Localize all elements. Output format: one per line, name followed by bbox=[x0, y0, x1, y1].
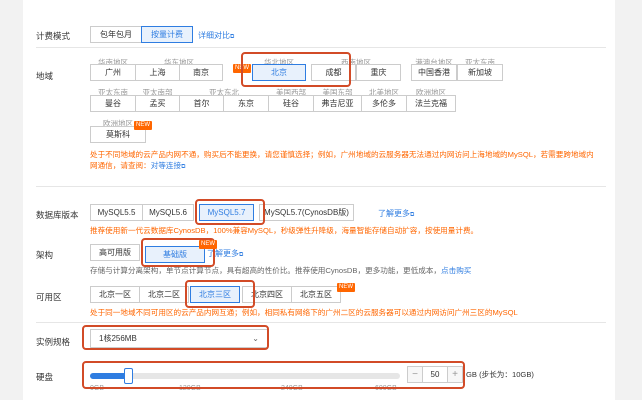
region-mumbai[interactable]: 孟买 bbox=[135, 95, 180, 112]
disk-tick-1: 120GB bbox=[179, 385, 201, 392]
region-shanghai[interactable]: 上海 bbox=[135, 64, 180, 81]
new-badge: NEW bbox=[134, 121, 152, 130]
architecture-label: 架构 bbox=[36, 250, 54, 260]
zone-tip: 处于同一地域不同可用区的云产品内网互通；例如，相同私有网络下的广州二区的云服务器… bbox=[90, 308, 518, 317]
region-frankfurt[interactable]: 法兰克福 bbox=[406, 95, 456, 112]
billing-compare-link[interactable]: 详细对比⧉ bbox=[198, 30, 234, 41]
architecture-tip: 存储与计算分离架构，单节点计算节点，具有超高的性价比。推荐使用CynosDB，更… bbox=[90, 266, 472, 275]
disk-slider-track[interactable] bbox=[90, 373, 400, 379]
region-seoul[interactable]: 首尔 bbox=[179, 95, 224, 112]
new-badge: NEW bbox=[337, 283, 355, 292]
region-chongqing[interactable]: 重庆 bbox=[356, 64, 401, 81]
disk-tick-3: 600GB bbox=[375, 385, 397, 392]
region-singapore[interactable]: 新加坡 bbox=[457, 64, 503, 81]
architecture-high-availability[interactable]: 高可用版 bbox=[90, 244, 140, 261]
region-toronto[interactable]: 多伦多 bbox=[361, 95, 407, 112]
db-version-mysql55[interactable]: MySQL5.5 bbox=[90, 204, 143, 221]
disk-unit-hint: GB (步长为：10GB) bbox=[466, 370, 534, 379]
buy-link[interactable]: 点击购买 bbox=[441, 266, 471, 275]
disk-decrement-button[interactable]: − bbox=[407, 366, 423, 383]
instance-spec-value: 1核256MB bbox=[99, 334, 137, 343]
divider bbox=[36, 47, 606, 48]
region-hongkong[interactable]: 中国香港 bbox=[411, 64, 457, 81]
zone-beijing-3[interactable]: 北京三区 bbox=[190, 286, 240, 303]
divider bbox=[36, 322, 606, 323]
disk-slider-handle[interactable] bbox=[124, 368, 133, 384]
architecture-learn-more[interactable]: 了解更多⧉ bbox=[207, 248, 243, 259]
new-badge: NEW bbox=[199, 240, 217, 249]
region-nanjing[interactable]: 南京 bbox=[179, 64, 223, 81]
db-version-label: 数据库版本 bbox=[36, 210, 79, 220]
zone-beijing-1[interactable]: 北京一区 bbox=[90, 286, 140, 303]
billing-option-monthly[interactable]: 包年包月 bbox=[90, 26, 142, 43]
region-label: 地域 bbox=[36, 71, 54, 81]
instance-spec-label: 实例规格 bbox=[36, 337, 71, 347]
region-silicon-valley[interactable]: 硅谷 bbox=[268, 95, 314, 112]
region-virginia[interactable]: 弗吉尼亚 bbox=[313, 95, 362, 112]
db-version-mysql56[interactable]: MySQL5.6 bbox=[142, 204, 194, 221]
new-badge: NEW bbox=[233, 64, 251, 73]
chevron-down-icon: ⌄ bbox=[252, 334, 259, 343]
zone-beijing-4[interactable]: 北京四区 bbox=[242, 286, 292, 303]
zone-beijing-2[interactable]: 北京二区 bbox=[139, 286, 189, 303]
peering-link[interactable]: 对等连接 bbox=[151, 161, 181, 170]
db-version-cynosdb[interactable]: MySQL5.7(CynosDB版) bbox=[259, 204, 354, 221]
db-version-mysql57[interactable]: MySQL5.7 bbox=[199, 204, 254, 221]
billing-label: 计费模式 bbox=[36, 31, 71, 41]
disk-increment-button[interactable]: + bbox=[447, 366, 463, 383]
region-bangkok[interactable]: 曼谷 bbox=[90, 95, 136, 112]
region-guangzhou[interactable]: 广州 bbox=[90, 64, 136, 81]
db-version-learn-more[interactable]: 了解更多⧉ bbox=[378, 208, 414, 219]
disk-tick-0: 0GB bbox=[90, 385, 105, 392]
divider bbox=[36, 186, 606, 187]
db-version-tip: 推荐使用新一代云数据库CynosDB，100%兼容MySQL，秒级弹性升降级，海… bbox=[90, 226, 479, 235]
region-tokyo[interactable]: 东京 bbox=[223, 95, 269, 112]
region-tip: 处于不同地域的云产品内网不通，购买后不能更换，请您谨慎选择；例如，广州地域的云服… bbox=[90, 150, 594, 170]
instance-spec-select[interactable]: 1核256MB ⌄ bbox=[90, 329, 268, 348]
disk-label: 硬盘 bbox=[36, 372, 54, 382]
zone-beijing-5[interactable]: 北京五区 bbox=[291, 286, 341, 303]
billing-option-payg[interactable]: 按量计费 bbox=[141, 26, 193, 43]
zone-label: 可用区 bbox=[36, 292, 62, 302]
architecture-basic[interactable]: 基础版 bbox=[145, 246, 205, 263]
region-beijing[interactable]: 北京 bbox=[252, 64, 306, 81]
config-panel: 计费模式 包年包月 按量计费 详细对比⧉ 地域 华南地区 华东地区 华北地区 西… bbox=[23, 0, 615, 400]
disk-tick-2: 240GB bbox=[281, 385, 303, 392]
region-chengdu[interactable]: 成都 bbox=[311, 64, 356, 81]
disk-value-input[interactable]: 50 bbox=[422, 366, 448, 383]
